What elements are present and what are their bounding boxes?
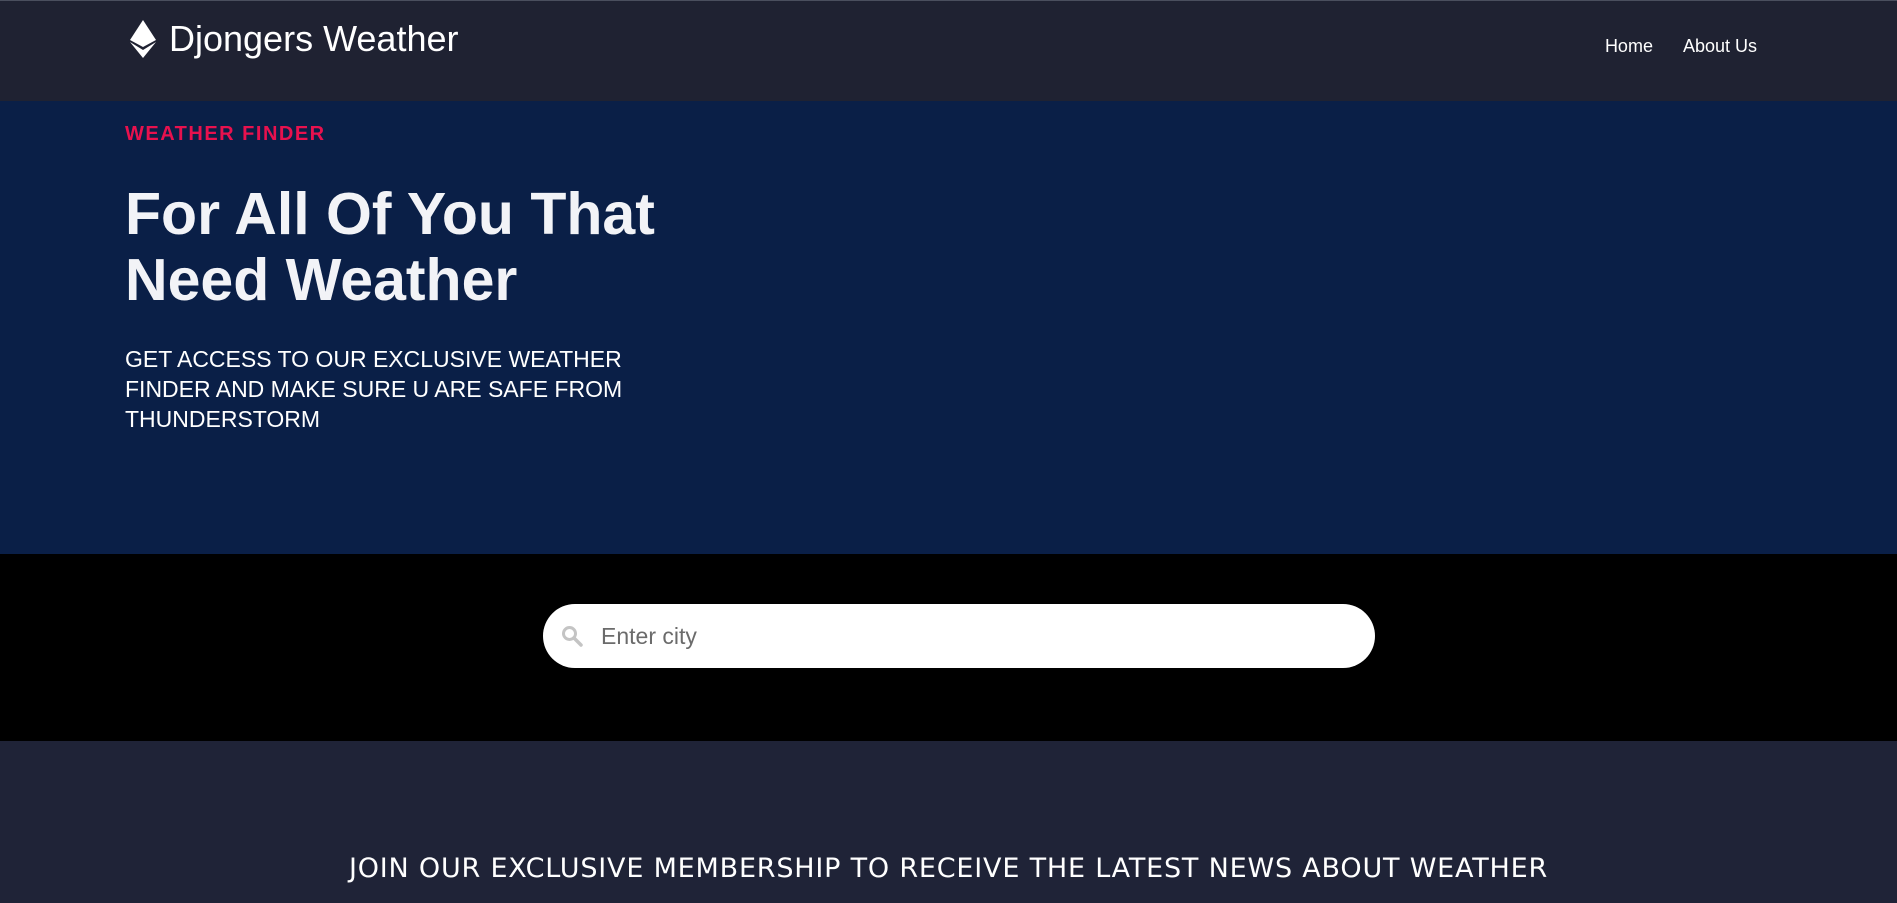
membership-title: JOIN OUR EXCLUSIVE MEMBERSHIP TO RECEIVE… xyxy=(348,853,1549,884)
hero-section: WEATHER FINDER For All Of You That Need … xyxy=(0,101,1897,554)
ethereum-icon xyxy=(130,20,156,58)
nav-link-home[interactable]: Home xyxy=(1605,35,1653,57)
nav-link-about-us[interactable]: About Us xyxy=(1683,35,1757,57)
search-box[interactable] xyxy=(543,604,1375,668)
search-section xyxy=(0,554,1897,741)
membership-section: JOIN OUR EXCLUSIVE MEMBERSHIP TO RECEIVE… xyxy=(0,741,1897,903)
brand-link[interactable]: Djongers Weather xyxy=(130,19,458,59)
navbar: Djongers Weather Home About Us xyxy=(0,0,1897,101)
hero-subtitle: GET ACCESS TO OUR EXCLUSIVE WEATHER FIND… xyxy=(125,346,623,432)
hero-eyebrow: WEATHER FINDER xyxy=(125,123,326,145)
hero-title: For All Of You That Need Weather xyxy=(125,181,655,313)
city-search-input[interactable] xyxy=(599,615,1345,657)
search-icon xyxy=(562,626,583,647)
nav-links: Home About Us xyxy=(1605,35,1757,57)
brand-name: Djongers Weather xyxy=(169,18,459,59)
